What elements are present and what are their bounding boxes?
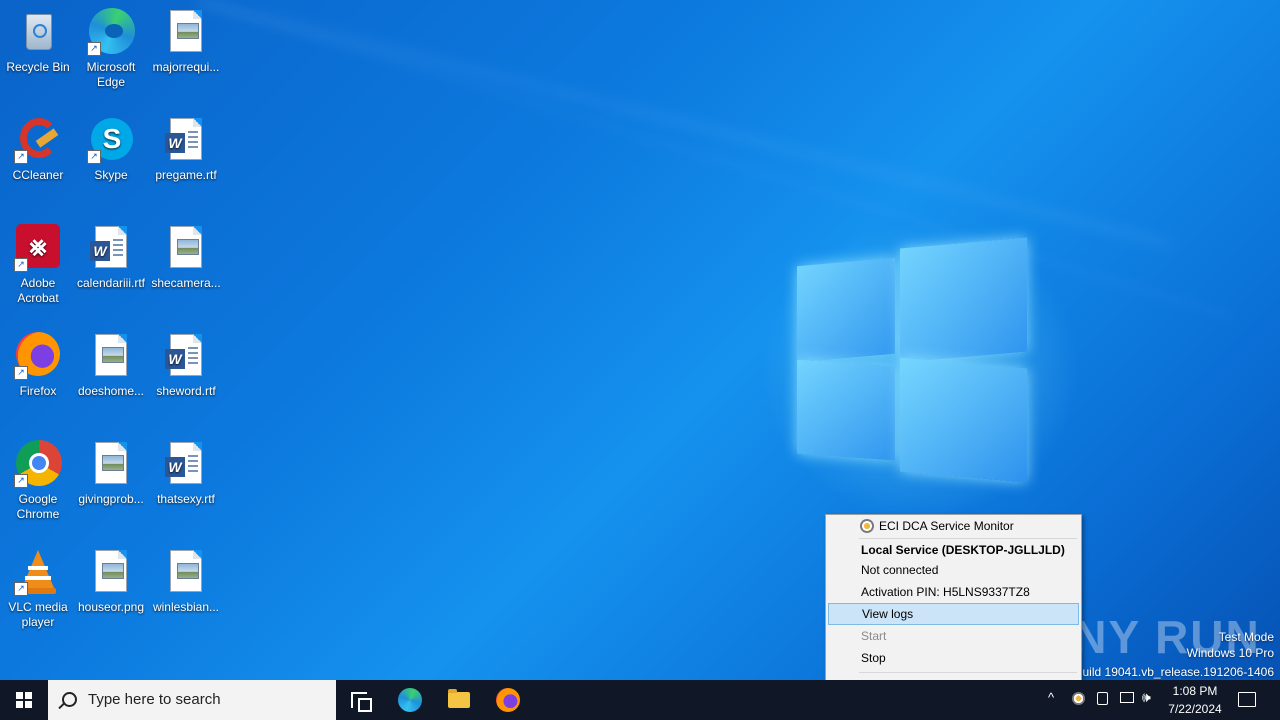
search-icon [62,692,77,707]
word-document-icon: W [162,440,210,488]
vlc-icon: ↗ [14,548,62,596]
desktop-icon-sheword[interactable]: W sheword.rtf [148,332,224,399]
build-label: Build 19041.vb_release.191206-1406 [1074,665,1275,679]
windows-logo-pane [900,357,1027,483]
windows-icon [16,692,32,708]
desktop-icon-ccleaner[interactable]: ↗ CCleaner [0,116,76,183]
desktop-icon-recycle-bin[interactable]: Recycle Bin [0,8,76,75]
image-file-icon [87,332,135,380]
show-hidden-icons-chevron-icon[interactable]: ^ [1048,690,1054,705]
menu-item-local-service[interactable]: Local Service (DESKTOP-JGLLJLD) [828,539,1079,561]
menu-item-start[interactable]: Start [828,625,1079,647]
camera-tray-icon[interactable] [1097,692,1108,705]
volume-icon[interactable]: 🕪 [1142,689,1151,706]
menu-item-status: Not connected [861,563,939,577]
menu-item-activation-pin[interactable]: Activation PIN: H5LNS9337TZ8 [828,581,1079,603]
desktop-icon-pregame[interactable]: W pregame.rtf [148,116,224,183]
taskbar-clock[interactable]: 1:08 PM 7/22/2024 [1160,682,1230,718]
word-document-icon: W [162,116,210,164]
taskbar: Type here to search ^ 🕪 1:08 PM 7/22/202… [0,680,1280,720]
task-view-button[interactable] [336,680,384,720]
recycle-bin-icon [14,8,62,56]
search-placeholder: Type here to search [88,691,221,708]
folder-icon [448,689,470,708]
windows-edition-label: Windows 10 Pro [1186,646,1274,660]
desktop-icon-skype[interactable]: S ↗ Skype [73,116,149,183]
shortcut-arrow-icon: ↗ [14,258,28,272]
desktop-icon-firefox[interactable]: ↗ Firefox [0,332,76,399]
clock-date: 7/22/2024 [1168,702,1222,716]
network-icon[interactable] [1120,692,1134,703]
shortcut-arrow-icon: ↗ [14,474,28,488]
action-center-icon[interactable] [1238,692,1256,707]
chrome-icon: ↗ [14,440,62,488]
taskbar-file-explorer-button[interactable] [435,680,483,720]
firefox-icon: ↗ [14,332,62,380]
test-mode-label: Test Mode [1218,630,1274,644]
desktop-icon-houseor[interactable]: houseor.png [73,548,149,615]
word-document-icon: W [162,332,210,380]
desktop-icon-adobe-acrobat[interactable]: ⨳ ↗ Adobe Acrobat [0,224,76,306]
word-document-icon: W [87,224,135,272]
windows-logo-pane [797,257,895,363]
ccleaner-icon: ↗ [14,116,62,164]
service-monitor-context-menu: ECI DCA Service Monitor Local Service (D… [825,514,1082,700]
desktop-icon-winlesbian[interactable]: winlesbian... [148,548,224,615]
desktop-icon-shecamera[interactable]: shecamera... [148,224,224,291]
menu-title: ECI DCA Service Monitor [828,515,1079,537]
windows-logo-pane [900,237,1027,363]
desktop-icon-google-chrome[interactable]: ↗ Google Chrome [0,440,76,522]
image-file-icon [162,224,210,272]
shortcut-arrow-icon: ↗ [14,366,28,380]
desktop-icon-doeshome[interactable]: doeshome... [73,332,149,399]
desktop-icon-givingprob[interactable]: givingprob... [73,440,149,507]
shortcut-arrow-icon: ↗ [14,150,28,164]
taskbar-firefox-button[interactable] [484,680,532,720]
skype-icon: S ↗ [87,116,135,164]
clock-time: 1:08 PM [1172,684,1218,698]
service-monitor-icon [860,519,874,533]
desktop-icon-vlc[interactable]: ↗ VLC media player [0,548,76,630]
menu-item-stop[interactable]: Stop [828,647,1079,669]
firefox-icon [496,688,520,712]
image-file-icon [162,548,210,596]
edge-icon [398,688,422,712]
image-file-icon [87,440,135,488]
desktop-icon-calendariii[interactable]: W calendariii.rtf [73,224,149,291]
image-file-icon [162,8,210,56]
start-button[interactable] [0,680,48,720]
desktop-icon-thatsexy[interactable]: W thatsexy.rtf [148,440,224,507]
menu-separator [859,672,1077,673]
desktop-icon-majorrequi[interactable]: majorrequi... [148,8,224,75]
desktop-icon-microsoft-edge[interactable]: ↗ Microsoft Edge [73,8,149,90]
acrobat-icon: ⨳ ↗ [14,224,62,272]
shortcut-arrow-icon: ↗ [87,42,101,56]
menu-item-view-logs[interactable]: View logs [828,603,1079,625]
taskbar-search-box[interactable]: Type here to search [48,680,336,720]
service-monitor-tray-icon[interactable] [1072,692,1085,705]
taskbar-edge-button[interactable] [386,680,434,720]
edge-icon: ↗ [87,8,135,56]
shortcut-arrow-icon: ↗ [14,582,28,596]
image-file-icon [87,548,135,596]
windows-logo-pane [797,359,895,461]
shortcut-arrow-icon: ↗ [87,150,101,164]
